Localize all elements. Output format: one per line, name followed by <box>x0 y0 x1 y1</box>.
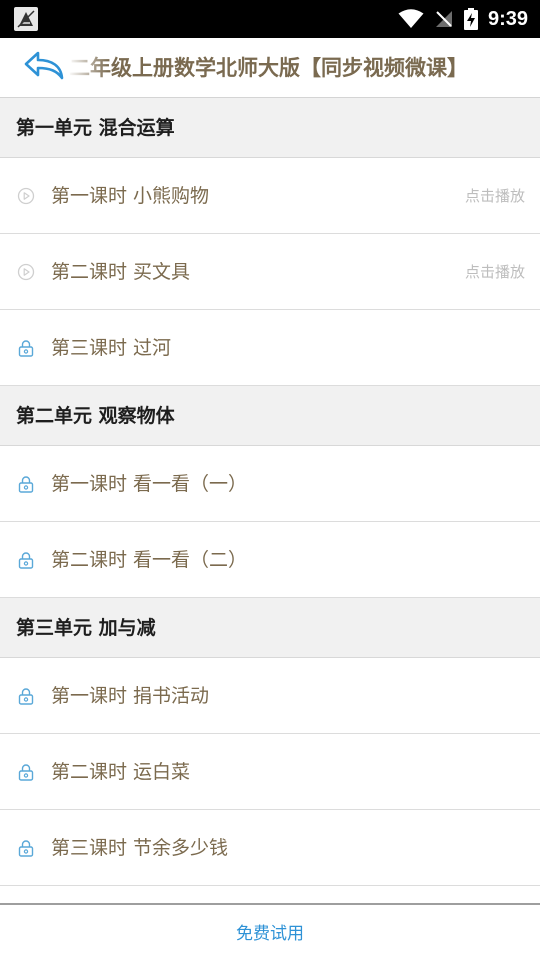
lesson-title: 第一课时 看一看（一） <box>51 473 248 495</box>
play-icon <box>17 263 35 281</box>
lock-icon <box>18 840 34 857</box>
page-title: 二年级上册数学北师大版【同步视频微课】 <box>69 56 468 80</box>
unit-section: 第三单元 加与减 第一课时 捐书活动 第二课时 运白菜 第三课时 节余多少钱 <box>0 598 540 886</box>
lesson-title: 第二课时 运白菜 <box>51 761 191 783</box>
lesson-item[interactable]: 第一课时 小熊购物 点击播放 <box>0 158 540 234</box>
status-time: 9:39 <box>487 7 528 30</box>
lesson-item[interactable]: 第一课时 捐书活动 <box>0 658 540 734</box>
status-bar: 9:39 <box>0 0 540 38</box>
lesson-item[interactable]: 第二课时 买文具 点击播放 <box>0 234 540 310</box>
title-fade <box>68 38 108 97</box>
free-trial-button[interactable]: 免费试用 <box>0 905 540 960</box>
lesson-list[interactable]: 第一单元 混合运算 第一课时 小熊购物 点击播放 第二课时 买文具 点击播放 第 <box>0 98 540 904</box>
title-bar: 二年级上册数学北师大版【同步视频微课】 <box>0 38 540 98</box>
lesson-title: 第三课时 节余多少钱 <box>51 837 229 859</box>
lock-icon <box>18 552 34 569</box>
no-signal-icon <box>435 11 452 27</box>
unit-section: 第二单元 观察物体 第一课时 看一看（一） 第二课时 看一看（二） <box>0 386 540 598</box>
unit-header: 第三单元 加与减 <box>0 598 540 658</box>
back-arrow-icon <box>24 51 64 80</box>
app-notification-icon <box>14 7 38 31</box>
back-button[interactable] <box>22 50 68 86</box>
play-action-label[interactable]: 点击播放 <box>465 234 525 310</box>
battery-charging-icon <box>463 8 478 30</box>
unit-header: 第二单元 观察物体 <box>0 386 540 446</box>
lesson-item[interactable]: 第三课时 节余多少钱 <box>0 810 540 886</box>
unit-header: 第一单元 混合运算 <box>0 98 540 158</box>
lesson-title: 第一课时 小熊购物 <box>51 185 210 207</box>
play-icon <box>17 187 35 205</box>
lesson-title: 第二课时 买文具 <box>51 261 191 283</box>
bottom-bar: 免费试用 <box>0 903 540 960</box>
lesson-title: 第三课时 过河 <box>51 337 172 359</box>
lesson-item[interactable]: 第二课时 运白菜 <box>0 734 540 810</box>
lesson-item[interactable]: 第三课时 过河 <box>0 310 540 386</box>
lesson-title: 第二课时 看一看（二） <box>51 549 248 571</box>
unit-section: 第一单元 混合运算 第一课时 小熊购物 点击播放 第二课时 买文具 点击播放 第 <box>0 98 540 386</box>
lock-icon <box>18 476 34 493</box>
lesson-item[interactable]: 第一课时 看一看（一） <box>0 446 540 522</box>
wifi-icon <box>398 9 424 28</box>
play-action-label[interactable]: 点击播放 <box>465 158 525 234</box>
lesson-item[interactable]: 第二课时 看一看（二） <box>0 522 540 598</box>
lock-icon <box>18 688 34 705</box>
lock-icon <box>18 340 34 357</box>
lock-icon <box>18 764 34 781</box>
lesson-title: 第一课时 捐书活动 <box>51 685 210 707</box>
